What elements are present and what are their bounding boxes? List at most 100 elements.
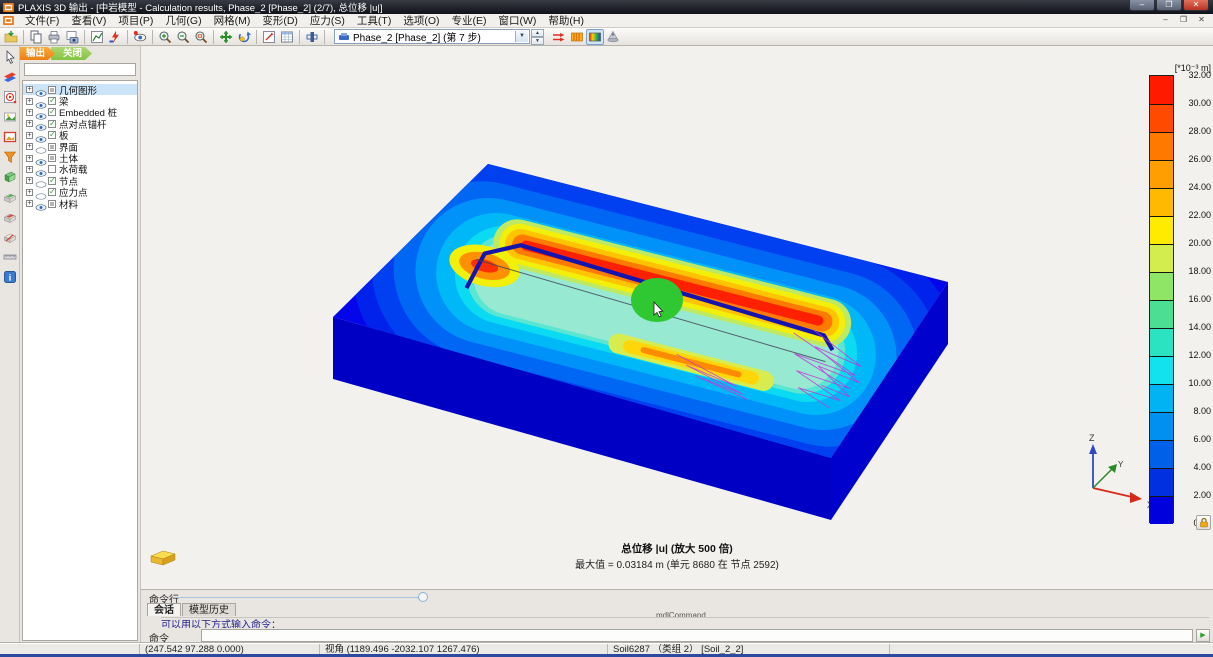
volume-3-icon[interactable] bbox=[1, 208, 19, 226]
copy-icon[interactable] bbox=[27, 29, 45, 45]
checkbox-checked[interactable] bbox=[48, 97, 56, 105]
chevron-down-icon[interactable]: ▼ bbox=[515, 31, 528, 42]
tree-item[interactable]: +界面 bbox=[23, 141, 137, 152]
filter-icon[interactable] bbox=[1, 148, 19, 166]
eye-icon[interactable] bbox=[35, 97, 47, 106]
center-view-icon[interactable] bbox=[303, 29, 321, 45]
eye-icon[interactable] bbox=[35, 119, 47, 128]
command-tab[interactable]: 会话 bbox=[147, 603, 181, 616]
ellipse-icon[interactable] bbox=[35, 188, 47, 197]
checkbox-checked[interactable] bbox=[48, 120, 56, 128]
info-icon[interactable]: i bbox=[1, 268, 19, 286]
print-icon[interactable] bbox=[45, 29, 63, 45]
step-down-icon[interactable]: ▼ bbox=[531, 37, 544, 45]
cross-section-icon[interactable] bbox=[106, 29, 124, 45]
zoom-in-icon[interactable] bbox=[156, 29, 174, 45]
minimize-button[interactable]: – bbox=[1129, 0, 1155, 11]
ellipse-icon[interactable] bbox=[35, 176, 47, 185]
menu-item[interactable]: 选项(O) bbox=[397, 14, 445, 28]
contour-lines-icon[interactable] bbox=[586, 29, 604, 45]
checkbox-empty[interactable] bbox=[48, 165, 56, 173]
expand-icon[interactable]: + bbox=[26, 155, 33, 162]
eye-icon[interactable] bbox=[35, 131, 47, 140]
hide-items-icon[interactable] bbox=[131, 29, 149, 45]
tree-item[interactable]: +板 bbox=[23, 130, 137, 141]
menu-item[interactable]: 项目(P) bbox=[112, 14, 159, 28]
eye-icon[interactable] bbox=[35, 108, 47, 117]
panel-splitter[interactable] bbox=[173, 597, 418, 598]
select-icon[interactable] bbox=[1, 48, 19, 66]
table-icon[interactable] bbox=[278, 29, 296, 45]
step-up-icon[interactable]: ▲ bbox=[531, 29, 544, 37]
checkbox-filled[interactable] bbox=[48, 154, 56, 162]
node-selection-icon[interactable] bbox=[1, 88, 19, 106]
checkbox-filled[interactable] bbox=[48, 200, 56, 208]
menu-item[interactable]: 应力(S) bbox=[304, 14, 351, 28]
mdi-close-button[interactable]: ✕ bbox=[1194, 14, 1209, 26]
eye-icon[interactable] bbox=[35, 165, 47, 174]
report-icon[interactable] bbox=[1, 108, 19, 126]
checkbox-filled[interactable] bbox=[48, 143, 56, 151]
eye-icon[interactable] bbox=[35, 199, 47, 208]
checkbox-checked[interactable] bbox=[48, 108, 56, 116]
tree-item[interactable]: +应力点 bbox=[23, 187, 137, 198]
command-input[interactable] bbox=[201, 629, 1193, 642]
checkbox-checked[interactable] bbox=[48, 131, 56, 139]
menu-item[interactable]: 工具(T) bbox=[351, 14, 397, 28]
checkbox-checked[interactable] bbox=[48, 177, 56, 185]
run-command-button[interactable]: ▶ bbox=[1196, 629, 1210, 642]
cross-section-plane-icon[interactable] bbox=[1, 68, 19, 86]
splitter-handle-icon[interactable] bbox=[418, 592, 428, 602]
result-arrows-icon[interactable] bbox=[550, 29, 568, 45]
scale-icon[interactable] bbox=[260, 29, 278, 45]
expand-icon[interactable]: + bbox=[26, 120, 33, 127]
shadings-icon[interactable] bbox=[568, 29, 586, 45]
curves-icon[interactable] bbox=[88, 29, 106, 45]
menu-item[interactable]: 文件(F) bbox=[19, 14, 65, 28]
phase-stepper[interactable]: ▲ ▼ bbox=[531, 29, 544, 44]
expand-icon[interactable]: + bbox=[26, 86, 33, 93]
3d-viewport[interactable]: Z Y X [*10⁻³ m] 32.0030.0028.0026.0024.0… bbox=[140, 46, 1213, 589]
expand-icon[interactable]: + bbox=[26, 166, 33, 173]
iso-surface-icon[interactable] bbox=[604, 29, 622, 45]
maximize-button[interactable]: ❐ bbox=[1156, 0, 1182, 11]
expand-icon[interactable]: + bbox=[26, 143, 33, 150]
mdi-restore-button[interactable]: ❐ bbox=[1176, 14, 1191, 26]
legend-lock-button[interactable] bbox=[1196, 515, 1211, 530]
menu-item[interactable]: 帮助(H) bbox=[542, 14, 590, 28]
checkbox-checked[interactable] bbox=[48, 188, 56, 196]
zoom-rect-icon[interactable] bbox=[192, 29, 210, 45]
snapshot-view-icon[interactable] bbox=[1, 128, 19, 146]
expand-icon[interactable]: + bbox=[26, 200, 33, 207]
menu-item[interactable]: 查看(V) bbox=[65, 14, 112, 28]
volume-1-icon[interactable] bbox=[1, 168, 19, 186]
expand-icon[interactable]: + bbox=[26, 98, 33, 105]
explorer-tab-active[interactable]: 输出 bbox=[20, 47, 55, 60]
phase-selector[interactable]: Phase_2 [Phase_2] (第 7 步) ▼ bbox=[334, 29, 530, 44]
explorer-filter-input[interactable] bbox=[24, 63, 136, 76]
tree-item[interactable]: +水荷载 bbox=[23, 164, 137, 175]
open-icon[interactable] bbox=[2, 29, 20, 45]
measure-icon[interactable] bbox=[1, 248, 19, 266]
mdi-minimize-button[interactable]: – bbox=[1158, 14, 1173, 26]
expand-icon[interactable]: + bbox=[26, 109, 33, 116]
tree-item[interactable]: +点对点锚杆 bbox=[23, 118, 137, 129]
expand-icon[interactable]: + bbox=[26, 189, 33, 196]
expand-icon[interactable]: + bbox=[26, 177, 33, 184]
volume-4-icon[interactable] bbox=[1, 228, 19, 246]
close-button[interactable]: ✕ bbox=[1183, 0, 1209, 11]
eye-icon[interactable] bbox=[35, 85, 47, 94]
menu-item[interactable]: 窗口(W) bbox=[493, 14, 543, 28]
expand-icon[interactable]: + bbox=[26, 132, 33, 139]
ellipse-icon[interactable] bbox=[35, 142, 47, 151]
checkbox-filled[interactable] bbox=[48, 86, 56, 94]
menu-item[interactable]: 网格(M) bbox=[208, 14, 257, 28]
snapshot-icon[interactable] bbox=[63, 29, 81, 45]
pan-icon[interactable] bbox=[217, 29, 235, 45]
menu-item[interactable]: 几何(G) bbox=[159, 14, 207, 28]
menu-item[interactable]: 专业(E) bbox=[446, 14, 493, 28]
volume-2-icon[interactable] bbox=[1, 188, 19, 206]
zoom-out-icon[interactable] bbox=[174, 29, 192, 45]
rotate-icon[interactable] bbox=[235, 29, 253, 45]
explorer-tab-close[interactable]: 关闭 bbox=[51, 47, 92, 60]
